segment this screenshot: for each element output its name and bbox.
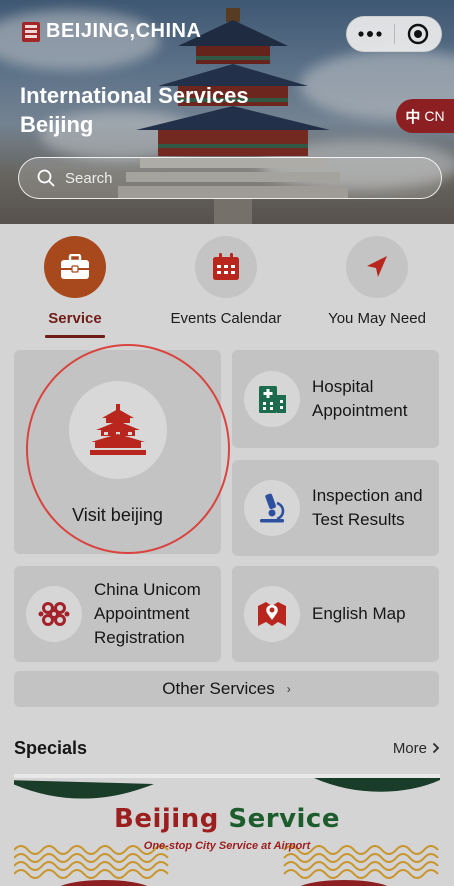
city-header: BEIJING,CHINA — [22, 20, 201, 43]
briefcase-icon — [61, 254, 89, 279]
china-unicom-card[interactable]: China Unicom Appointment Registration — [14, 566, 221, 662]
map-pin-icon — [258, 602, 286, 626]
tab-you-may-need[interactable]: You May Need — [307, 236, 447, 327]
search-icon — [37, 169, 55, 187]
record-target-icon[interactable] — [394, 16, 441, 52]
chevron-right-icon — [432, 742, 440, 754]
hospital-appointment-card[interactable]: Hospital Appointment — [232, 350, 439, 448]
other-services-button[interactable]: Other Services › — [14, 671, 439, 707]
beijing-seal-icon — [22, 21, 40, 42]
search-bar[interactable] — [18, 157, 442, 199]
specials-heading: Specials — [14, 737, 88, 758]
temple-icon — [89, 404, 146, 455]
category-tabs: Service Events Calendar You May Need — [0, 236, 454, 340]
active-tab-indicator — [45, 335, 105, 338]
more-dots-icon[interactable] — [347, 16, 394, 52]
microscope-icon — [260, 493, 285, 523]
chevron-right-icon: › — [286, 682, 291, 696]
inspection-results-card[interactable]: Inspection and Test Results — [232, 460, 439, 556]
banner-title: Beijing Service — [114, 804, 340, 834]
specials-banner[interactable]: Beijing Service One-stop City Service at… — [14, 774, 440, 886]
page-title: International Services Beijing — [20, 83, 249, 137]
tab-events-calendar[interactable]: Events Calendar — [156, 236, 296, 327]
visit-beijing-card[interactable]: Visit beijing — [14, 350, 221, 554]
language-toggle-button[interactable]: 中 CN — [396, 99, 454, 133]
english-map-card[interactable]: English Map — [232, 566, 439, 662]
search-input[interactable] — [65, 169, 405, 187]
miniapp-capsule[interactable] — [346, 16, 442, 52]
banner-subtitle: One-stop City Service at Airport — [143, 840, 311, 852]
more-link[interactable]: More — [393, 740, 440, 757]
city-name: BEIJING,CHINA — [46, 20, 202, 42]
tab-service[interactable]: Service — [5, 236, 145, 338]
unicom-knot-icon — [38, 602, 70, 626]
hospital-icon — [259, 386, 286, 413]
calendar-icon — [213, 253, 239, 280]
navigation-arrow-icon — [367, 256, 387, 277]
specials-header: Specials More — [14, 736, 440, 760]
